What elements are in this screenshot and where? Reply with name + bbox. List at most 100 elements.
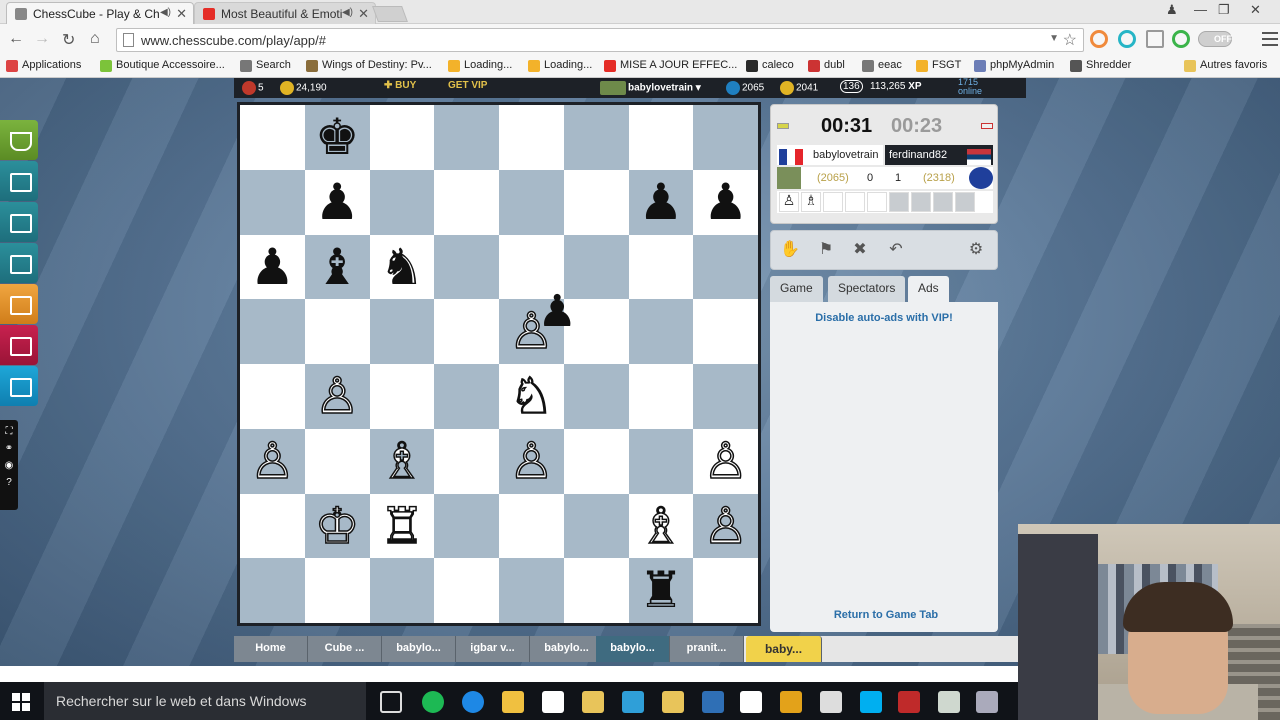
- square-c4[interactable]: [369, 364, 435, 429]
- minimize-icon[interactable]: —: [1194, 2, 1207, 17]
- square-d1[interactable]: [434, 558, 499, 623]
- piece-h3[interactable]: ♙: [693, 429, 758, 494]
- bookmark-item[interactable]: phpMyAdmin: [974, 59, 1054, 72]
- piece-b8[interactable]: ♚: [305, 105, 370, 170]
- square-c7[interactable]: [369, 169, 435, 235]
- task-view-icon[interactable]: [380, 691, 402, 713]
- piece-b4[interactable]: ♙: [305, 364, 370, 429]
- square-b5[interactable]: [304, 299, 370, 364]
- square-f8[interactable]: [563, 105, 629, 170]
- close-window-icon[interactable]: ✕: [1250, 2, 1261, 18]
- square-h6[interactable]: [693, 234, 758, 300]
- restore-icon[interactable]: ❐: [1218, 2, 1230, 18]
- documents-icon[interactable]: [662, 691, 684, 713]
- undo-icon[interactable]: ↶: [883, 239, 909, 261]
- bookmark-item[interactable]: Search: [240, 59, 291, 72]
- piece-g1[interactable]: ♜: [629, 558, 694, 623]
- square-d4[interactable]: [434, 364, 499, 429]
- bookmark-folder[interactable]: Autres favoris: [1184, 59, 1267, 72]
- bottom-tab[interactable]: pranit...: [670, 636, 744, 662]
- bookmark-item[interactable]: FSGT: [916, 59, 961, 72]
- new-tab-button[interactable]: [372, 6, 408, 22]
- menu-icon[interactable]: [1262, 32, 1278, 46]
- piece-g7[interactable]: ♟: [629, 170, 694, 235]
- dragged-piece[interactable]: ♟: [525, 280, 590, 345]
- square-e2[interactable]: [499, 493, 564, 559]
- get-vip-button[interactable]: GET VIP: [448, 80, 487, 94]
- square-h1[interactable]: [693, 558, 758, 623]
- browser-tab-chesscube[interactable]: ChessCube - Play & Ch ◀) ✕: [6, 2, 194, 24]
- extension-icon[interactable]: [1090, 30, 1108, 48]
- sound-icon[interactable]: ◉: [0, 460, 18, 471]
- bookmark-item[interactable]: dubl: [808, 59, 845, 72]
- square-b3[interactable]: [304, 428, 370, 494]
- square-g5[interactable]: [628, 299, 694, 364]
- piece-b7[interactable]: ♟: [305, 170, 370, 235]
- square-h8[interactable]: [693, 105, 758, 170]
- shop-cart-icon[interactable]: [0, 366, 38, 406]
- square-e1[interactable]: [499, 558, 564, 623]
- close-tab-icon[interactable]: ✕: [358, 6, 369, 22]
- reload-icon[interactable]: ↻: [62, 30, 75, 50]
- audio-icon[interactable]: ◀): [160, 7, 171, 18]
- profile-icon[interactable]: ♟: [1166, 2, 1178, 18]
- bookmark-item[interactable]: Applications: [6, 59, 81, 72]
- address-bar[interactable]: www.chesscube.com/play/app/# ▼ ☆: [116, 28, 1084, 52]
- buy-button[interactable]: ✚ BUY: [384, 80, 416, 94]
- square-d6[interactable]: [434, 234, 499, 300]
- piece-g2[interactable]: ♗: [629, 494, 694, 559]
- power-icon[interactable]: [1172, 30, 1190, 48]
- bookmark-item[interactable]: MISE A JOUR EFFEC...: [604, 59, 737, 72]
- chevron-down-icon[interactable]: ▼: [1049, 33, 1059, 44]
- piece-e4[interactable]: ♘: [499, 364, 564, 429]
- bookmark-item[interactable]: Loading...: [448, 59, 512, 72]
- bottom-tab-active[interactable]: baby...: [746, 636, 822, 662]
- square-f1[interactable]: [563, 558, 629, 623]
- bottom-tab[interactable]: babylo...: [382, 636, 456, 662]
- piece-b6[interactable]: ♝: [305, 235, 370, 300]
- play-board-icon[interactable]: [0, 161, 38, 201]
- fullscreen-icon[interactable]: ⛶: [0, 426, 18, 437]
- home-icon[interactable]: ⌂: [90, 30, 100, 48]
- piece-b2[interactable]: ♔: [305, 494, 370, 559]
- square-d5[interactable]: [434, 299, 499, 364]
- file-explorer-icon[interactable]: [502, 691, 524, 713]
- square-e8[interactable]: [499, 105, 564, 170]
- square-g6[interactable]: [628, 234, 694, 300]
- square-h5[interactable]: [693, 299, 758, 364]
- return-to-game-link[interactable]: Return to Game Tab: [770, 609, 1002, 621]
- resign-flag-icon[interactable]: ⚑: [813, 239, 839, 261]
- bottom-tab[interactable]: igbar v...: [456, 636, 530, 662]
- bookmark-item[interactable]: Shredder: [1070, 59, 1131, 72]
- square-f7[interactable]: [563, 169, 629, 235]
- app-icon[interactable]: [820, 691, 842, 713]
- square-d3[interactable]: [434, 428, 499, 494]
- square-h4[interactable]: [693, 364, 758, 429]
- piece-c3[interactable]: ♗: [370, 429, 435, 494]
- trophy-icon[interactable]: [0, 120, 38, 160]
- piece-h7[interactable]: ♟: [693, 170, 758, 235]
- bookmark-item[interactable]: eeac: [862, 59, 902, 72]
- square-d7[interactable]: [434, 169, 499, 235]
- square-e7[interactable]: [499, 169, 564, 235]
- tv-icon[interactable]: [0, 325, 38, 365]
- square-f3[interactable]: [563, 428, 629, 494]
- abort-icon[interactable]: ✖: [847, 239, 873, 261]
- square-f4[interactable]: [563, 364, 629, 429]
- forward-icon[interactable]: →: [34, 30, 50, 48]
- extension-toggle[interactable]: OFF: [1198, 31, 1232, 47]
- square-a7[interactable]: [240, 169, 305, 235]
- bottom-tab-home[interactable]: Home: [234, 636, 308, 662]
- bottom-tab[interactable]: babylo...: [530, 636, 604, 662]
- square-a2[interactable]: [240, 493, 305, 559]
- piece-a6[interactable]: ♟: [240, 235, 305, 300]
- square-c5[interactable]: [369, 299, 435, 364]
- browser-tab-youtube[interactable]: Most Beautiful & Emoti ◀) ✕: [194, 2, 376, 24]
- app-icon[interactable]: [780, 691, 802, 713]
- help-icon[interactable]: ?: [0, 477, 18, 488]
- bookmark-item[interactable]: Wings of Destiny: Pv...: [306, 59, 432, 72]
- piece-e3[interactable]: ♙: [499, 429, 564, 494]
- piece-a3[interactable]: ♙: [240, 429, 305, 494]
- folder-icon[interactable]: [582, 691, 604, 713]
- app-icon[interactable]: [976, 691, 998, 713]
